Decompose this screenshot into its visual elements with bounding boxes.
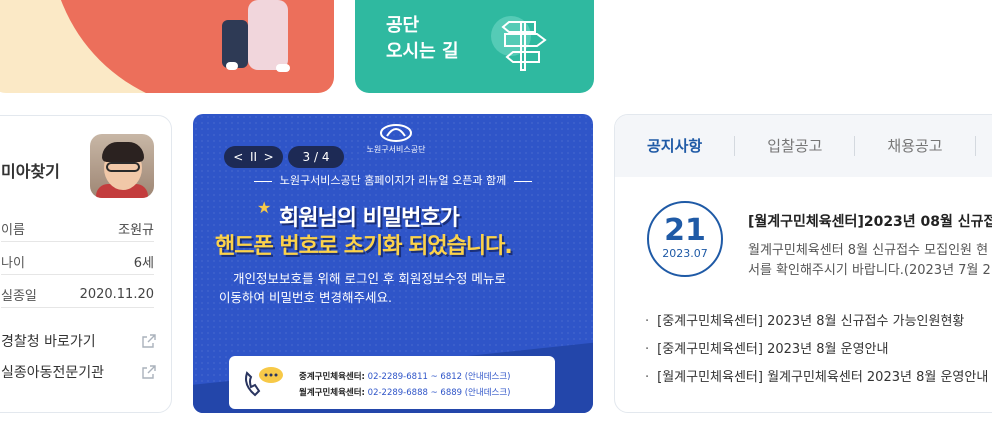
missing-child-photo — [90, 134, 154, 198]
slider-controls: < II > — [224, 146, 283, 168]
contact-label: 중계구민체육센터: — [299, 372, 365, 382]
contact-label: 월계구민체육센터: — [299, 388, 365, 398]
logo-text: 노원구서비스공단 — [366, 145, 426, 154]
missing-child-card: 미아찾기 이름 조원규 나이 6세 실종일 2020.11.20 경찰청 바로가… — [0, 115, 172, 413]
tab-recruit[interactable]: 채용공고 — [855, 136, 976, 156]
prev-button[interactable]: < — [233, 150, 243, 164]
phone-icon — [245, 367, 283, 397]
notice-board: 공지사항 입찰공고 채용공고 21 2023.07 [월계구민체육센터]2023… — [614, 114, 992, 413]
contact-number: 02-2289-6811 ~ 6812 (안내데스크) — [367, 372, 511, 382]
list-item[interactable]: [중계구민체육센터] 2023년 8월 운영안내 — [645, 341, 988, 369]
banner-desc-line2: 이동하여 비밀번호 변경해주세요. — [219, 290, 392, 305]
featured-desc-line1: 월계구민체육센터 8월 신규접수 모집인원 현 — [748, 243, 989, 258]
banner-description: 개인정보보호를 위해 로그인 후 회원정보수정 메뉴로 이동하여 비밀번호 변경… — [219, 269, 506, 307]
directions-label: 공단 오시는 길 — [386, 13, 459, 65]
external-link-icon — [142, 334, 156, 348]
featured-date-badge: 21 2023.07 — [647, 201, 723, 277]
missing-child-agency-link[interactable]: 실종아동전문기관 — [1, 362, 157, 382]
banner-subtitle: 노원구서비스공단 홈페이지가 리뉴얼 오픈과 함께 — [229, 172, 557, 188]
info-value: 2020.11.20 — [79, 287, 154, 302]
notice-tabs: 공지사항 입찰공고 채용공고 — [615, 115, 992, 177]
info-key: 이름 — [1, 223, 25, 238]
contact-line-2: 월계구민체육센터: 02-2289-6888 ~ 6889 (안내데스크) — [299, 386, 510, 398]
police-link-label: 경찰청 바로가기 — [1, 334, 96, 350]
police-link[interactable]: 경찰청 바로가기 — [1, 331, 157, 351]
illustration-detail — [276, 64, 290, 72]
featured-year-month: 2023.07 — [662, 247, 708, 260]
featured-notice-desc[interactable]: 월계구민체육센터 8월 신규접수 모집인원 현 서를 확인해주시기 바랍니다.(… — [748, 241, 991, 281]
illustration-person — [222, 20, 248, 68]
info-key: 나이 — [1, 256, 25, 271]
banner-headline-2: 핸드폰 번호로 초기화 되었습니다. — [215, 234, 513, 259]
illustration-detail — [226, 62, 238, 70]
contact-box: 중계구민체육센터: 02-2289-6811 ~ 6812 (안내데스크) 월계… — [229, 356, 555, 409]
info-row-age: 나이 6세 — [1, 249, 154, 275]
info-value: 조원규 — [118, 223, 154, 238]
featured-desc-line2: 서를 확인해주시기 바랍니다.(2023년 7월 2 — [748, 263, 991, 278]
featured-notice-title[interactable]: [월계구민체육센터]2023년 08월 신규접 — [748, 211, 992, 231]
corporation-logo: 노원구서비스공단 — [353, 122, 439, 155]
list-item[interactable]: [월계구민체육센터] 월계구민체육센터 2023년 8월 운영안내 — [645, 369, 988, 397]
contact-line-1: 중계구민체육센터: 02-2289-6811 ~ 6812 (안내데스크) — [299, 370, 510, 382]
pause-button[interactable]: II — [250, 150, 257, 164]
external-link-icon — [142, 365, 156, 379]
illustration-shape — [50, 0, 334, 93]
info-value: 6세 — [133, 256, 154, 271]
tab-bid[interactable]: 입찰공고 — [735, 136, 856, 156]
tab-notice[interactable]: 공지사항 — [615, 136, 736, 156]
list-item[interactable]: [중계구민체육센터] 2023년 8월 신규접수 가능인원현황 — [645, 313, 988, 341]
contact-number: 02-2289-6888 ~ 6889 (안내데스크) — [367, 388, 511, 398]
info-row-date: 실종일 2020.11.20 — [1, 282, 154, 308]
promo-illustration-card[interactable] — [0, 0, 334, 93]
directions-line2: 오시는 길 — [386, 41, 459, 62]
banner-slide[interactable]: < II > 3 / 4 노원구서비스공단 노원구서비스공단 홈페이지가 리뉴얼… — [193, 114, 593, 413]
featured-day: 21 — [664, 213, 706, 248]
directions-line1: 공단 — [386, 15, 420, 36]
illustration-person — [248, 0, 288, 70]
info-key: 실종일 — [1, 289, 37, 304]
notice-list: [중계구민체육센터] 2023년 8월 신규접수 가능인원현황 [중계구민체육센… — [645, 313, 988, 397]
corporation-logo-mark — [380, 124, 412, 142]
star-icon: ★ — [257, 198, 272, 217]
slide-counter: 3 / 4 — [288, 146, 344, 168]
missing-child-title: 미아찾기 — [1, 162, 60, 181]
banner-desc-line1: 개인정보보호를 위해 로그인 후 회원정보수정 메뉴로 — [233, 271, 506, 286]
directions-card[interactable]: 공단 오시는 길 — [355, 0, 594, 93]
agency-link-label: 실종아동전문기관 — [1, 365, 105, 381]
info-row-name: 이름 조원규 — [1, 216, 154, 242]
signpost-icon — [491, 16, 547, 71]
next-button[interactable]: > — [264, 150, 274, 164]
